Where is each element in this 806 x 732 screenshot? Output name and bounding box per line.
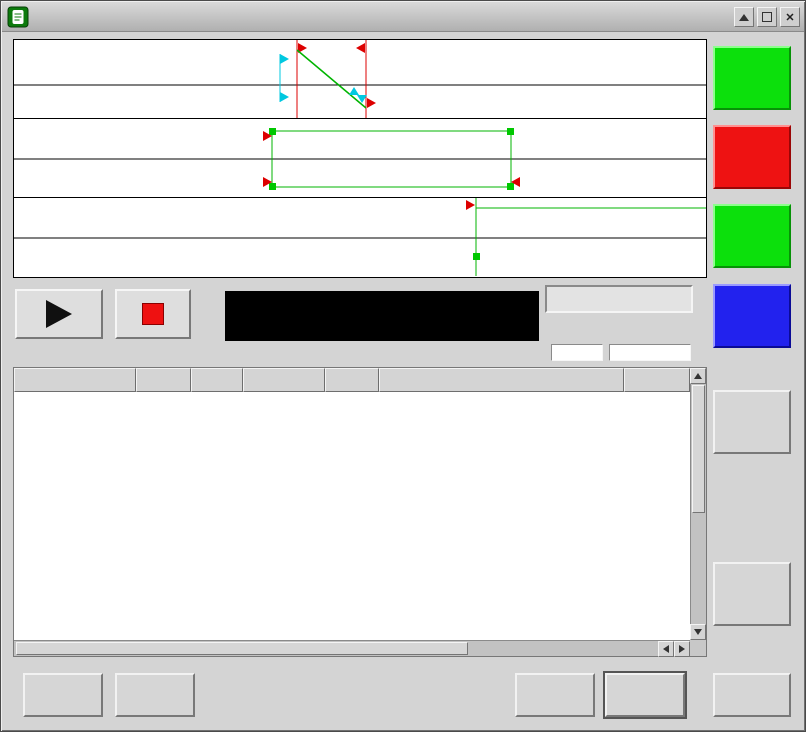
close-window-button[interactable]: ✕ [780,7,800,27]
gain-handle-icon [269,128,276,135]
scroll-up-button[interactable] [690,368,706,384]
play-icon [46,300,72,328]
gain-handle-icon [507,128,514,135]
column-header-title[interactable] [379,368,624,392]
scrollbar-corner [690,640,706,656]
column-header-group[interactable] [243,368,325,392]
close-icon: ✕ [785,11,794,24]
fade-handle-icon [349,87,359,95]
arrow-left-icon [663,645,669,653]
segue-marker-icon [466,200,475,210]
shade-button[interactable] [734,7,754,27]
horizontal-scrollbar[interactable] [14,640,690,656]
app-icon [7,6,29,28]
gain-handle-icon [507,183,514,190]
vertical-scrollbar[interactable] [690,368,706,640]
log-rows-viewport [14,392,690,640]
track-panel-incoming[interactable] [14,198,706,276]
maximize-icon [762,12,772,22]
segue-marker-icon [356,43,365,53]
arrow-down-icon [694,629,702,635]
maximize-button[interactable] [757,7,777,27]
save-button[interactable] [713,284,791,348]
voice-tracker-window: ✕ [0,0,806,732]
log-table [13,367,707,657]
waveform-editor [13,39,707,278]
insert-track-button[interactable] [23,673,103,717]
arrow-right-icon [679,645,685,653]
record-button[interactable] [713,125,791,189]
horizontal-scroll-thumb[interactable] [16,642,468,655]
gain-handle-icon [473,253,480,260]
scroll-left-button[interactable] [658,641,674,657]
start-bottom-button[interactable] [713,204,791,268]
log-table-header [14,368,690,392]
arrow-up-icon [694,373,702,379]
gain-handle-icon [269,183,276,190]
meter-scale [244,311,534,322]
hit-post-button[interactable] [713,390,791,454]
track-panel-outgoing[interactable] [14,40,706,119]
play-button[interactable] [15,289,103,339]
scroll-right-button[interactable] [674,641,690,657]
column-header-artist[interactable] [624,368,690,392]
previous-track-button[interactable] [515,673,595,717]
vertical-scroll-thumb[interactable] [692,385,705,513]
stop-button[interactable] [115,289,191,339]
close-button[interactable] [713,673,791,717]
time-remaining-value [609,344,691,361]
level-meter [225,291,539,341]
fade-handle-icon [280,54,289,64]
track-panel-voice[interactable] [14,119,706,198]
do-over-button[interactable] [713,562,791,626]
tracks-remaining-value [551,344,603,361]
column-header-cart[interactable] [191,368,243,392]
column-header-trans[interactable] [136,368,191,392]
elapsed-time-display [545,285,693,313]
window-titlebar[interactable]: ✕ [2,2,804,32]
start-top-button[interactable] [713,46,791,110]
next-track-button[interactable] [605,673,685,717]
column-header-start-time[interactable] [14,368,136,392]
fade-handle-icon [280,92,289,102]
stop-icon [142,303,164,325]
shade-icon [739,14,749,21]
segue-marker-icon [367,98,376,108]
column-header-length[interactable] [325,368,379,392]
scroll-down-button[interactable] [690,624,706,640]
delete-track-button [115,673,195,717]
